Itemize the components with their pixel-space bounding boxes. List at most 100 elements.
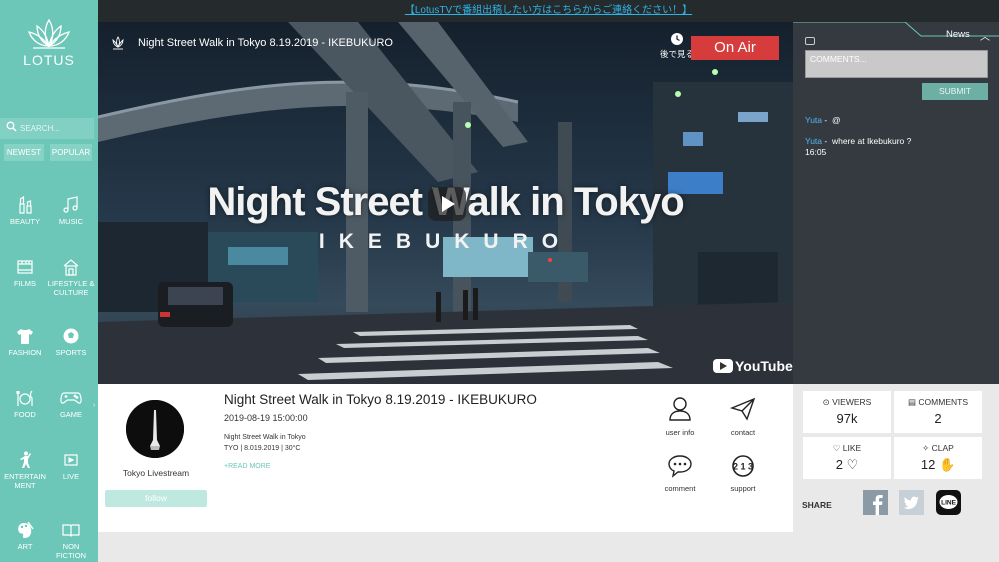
category-label: FASHION — [8, 348, 42, 357]
category-label: MUSIC — [58, 217, 84, 226]
comment-button[interactable]: comment — [655, 454, 705, 493]
category-entertainment[interactable]: ENTERTAIN MENT — [1, 450, 49, 490]
video-title[interactable]: Night Street Walk in Tokyo 8.19.2019 - I… — [138, 37, 393, 49]
category-fashion[interactable]: FASHION — [1, 326, 49, 357]
channel-avatar-image — [126, 400, 184, 458]
category-live[interactable]: LIVE — [47, 450, 95, 481]
twitter-icon[interactable] — [899, 490, 924, 515]
chat-separator: - — [824, 136, 828, 146]
category-music[interactable]: MUSIC — [47, 195, 95, 226]
banner-link[interactable]: 【LotusTVで番組出稿したい方はこちらからご連絡ください！】 — [405, 5, 692, 16]
category-sports[interactable]: SPORTS — [47, 326, 95, 357]
clock-icon — [671, 33, 683, 45]
chevron-up-icon: ︿ — [980, 32, 990, 43]
category-films[interactable]: FILMS — [1, 257, 49, 288]
channel-name[interactable]: Tokyo Livestream — [98, 468, 214, 478]
user-icon — [669, 397, 691, 421]
chat-panel: News ︿ SUBMIT Yuta - @ Yuta - where at I… — [793, 22, 999, 384]
on-air-badge: On Air — [691, 36, 779, 60]
soccer-ball-icon — [63, 328, 79, 344]
support-button[interactable]: 2 1 3 support — [718, 454, 768, 493]
search-bar[interactable] — [0, 118, 94, 139]
category-label: SPORTS — [55, 348, 87, 357]
heart-small-icon: ♡ — [832, 443, 843, 453]
category-label: ENTERTAIN MENT — [4, 472, 46, 490]
broadcast-datetime: 2019-08-19 15:00:00 — [224, 413, 308, 423]
viewers-stat: ⊙ VIEWERS 97k — [803, 391, 891, 433]
viewers-label: ⊙ VIEWERS — [822, 397, 872, 407]
like-stat[interactable]: ♡ LIKE 2 ♡ — [803, 437, 891, 479]
comments-stat: ▤ COMMENTS 2 — [894, 391, 982, 433]
category-food[interactable]: FOOD — [1, 388, 49, 419]
sort-popular-button[interactable]: POPULAR — [50, 144, 92, 161]
share-label: SHARE — [802, 500, 832, 510]
line-icon[interactable]: LINE — [936, 490, 961, 515]
lotus-logo[interactable]: LOTUS — [0, 18, 98, 68]
lotus-mini-logo-icon — [112, 36, 124, 50]
brand-name: LOTUS — [23, 52, 75, 68]
youtube-logo[interactable]: YouTube — [713, 358, 793, 374]
heart-icon[interactable]: ♡ — [847, 457, 859, 472]
category-label: ART — [17, 542, 33, 551]
svg-text:2 1 3: 2 1 3 — [733, 462, 753, 472]
category-game[interactable]: GAME — [47, 388, 95, 419]
category-label: BEAUTY — [9, 217, 40, 226]
category-non-fiction[interactable]: NON FICTION — [47, 520, 95, 560]
performer-icon — [20, 451, 31, 468]
category-label: FOOD — [14, 410, 36, 419]
clap-small-icon: ✧ — [922, 443, 932, 453]
category-beauty[interactable]: BEAUTY — [1, 195, 49, 226]
clap-icon[interactable]: ✋ — [939, 457, 955, 472]
clap-stat[interactable]: ✧ CLAP 12 ✋ — [894, 437, 982, 479]
chat-time: 16:05 — [805, 147, 827, 157]
contact-button[interactable]: contact — [718, 396, 768, 437]
comment-small-icon: ▤ — [908, 397, 919, 407]
user-info-label: user info — [665, 428, 695, 437]
sort-newest-button[interactable]: NEWEST — [4, 144, 44, 161]
category-art[interactable]: ART — [1, 520, 49, 551]
gamepad-icon — [60, 392, 82, 404]
category-label: GAME — [59, 410, 83, 419]
description-line: Night Street Walk in Tokyo — [224, 434, 306, 441]
avatar[interactable] — [126, 400, 184, 458]
youtube-play-icon — [713, 359, 733, 373]
user-info-button[interactable]: user info — [655, 396, 705, 437]
sidebar: LOTUS NEWEST POPULAR BEAUTY MUSIC FILMS … — [0, 0, 98, 562]
chat-message: Yuta - where at Ikebukuro ? 16:05 — [805, 136, 911, 158]
comment-icon — [668, 455, 692, 478]
facebook-icon[interactable] — [863, 490, 888, 515]
comment-input[interactable] — [805, 50, 988, 78]
live-icon — [64, 454, 78, 466]
comments-value: 2 — [934, 411, 942, 426]
contact-label: contact — [730, 428, 756, 437]
comments-label: ▤ COMMENTS — [908, 397, 968, 407]
play-button[interactable] — [428, 187, 466, 221]
utensils-icon — [16, 390, 33, 406]
like-label: ♡ LIKE — [832, 443, 862, 453]
chat-username[interactable]: Yuta — [805, 136, 822, 146]
chat-username[interactable]: Yuta — [805, 115, 822, 125]
follow-button[interactable]: follow — [105, 490, 207, 507]
submit-button[interactable]: SUBMIT — [922, 83, 988, 100]
news-tab-label: News — [946, 29, 970, 40]
clap-label: ✧ CLAP — [922, 443, 954, 453]
search-input[interactable] — [20, 121, 90, 136]
youtube-label: YouTube — [735, 358, 793, 374]
video-player[interactable]: Night Street Walk in Tokyo 8.19.2019 - I… — [98, 22, 793, 384]
video-overlay-subtitle: IKEBUKURO — [318, 230, 573, 253]
page-title: Night Street Walk in Tokyo 8.19.2019 - I… — [224, 392, 537, 407]
clap-value: 12 ✋ — [920, 457, 956, 472]
category-label: LIVE — [62, 472, 80, 481]
chat-separator: - — [824, 115, 828, 125]
support-icon: 2 1 3 — [732, 455, 754, 477]
video-info-panel: Tokyo Livestream follow Night Street Wal… — [98, 384, 793, 532]
news-tab[interactable]: News ︿ — [793, 22, 999, 46]
svg-text:LINE: LINE — [941, 500, 956, 507]
category-label: NON FICTION — [56, 542, 86, 560]
read-more-link[interactable]: +READ MORE — [224, 463, 270, 470]
support-label: support — [730, 484, 756, 493]
chevron-right-icon[interactable]: › — [93, 402, 95, 409]
film-icon — [17, 260, 33, 274]
category-lifestyle-culture[interactable]: LIFESTYLE & CULTURE — [47, 257, 95, 297]
category-label: FILMS — [13, 279, 37, 288]
